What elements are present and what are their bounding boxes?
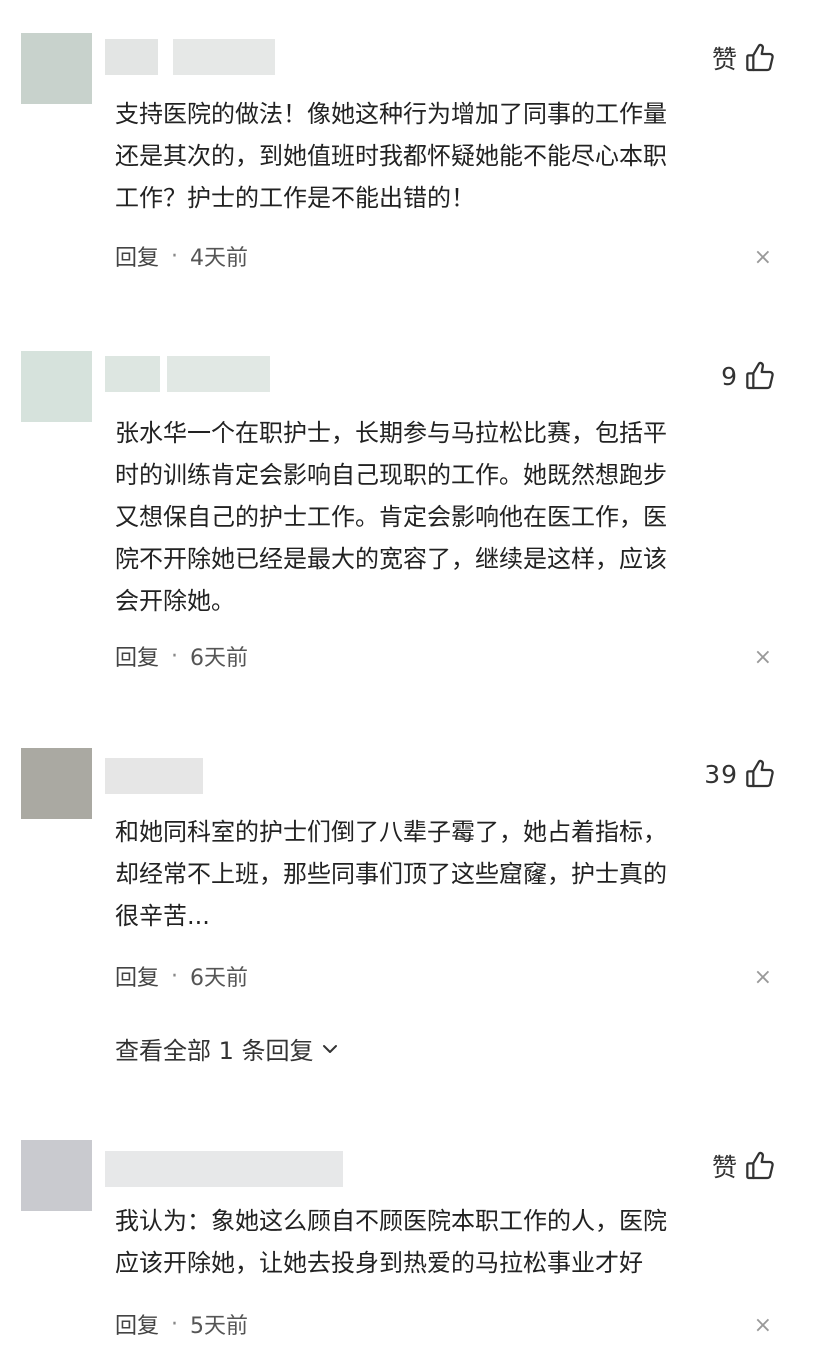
username-blurred[interactable] [105,33,275,75]
comment-line: 院不开除她已经是最大的宽容了，继续是这样，应该 [115,545,667,573]
close-icon[interactable]: × [754,247,772,269]
like-button[interactable]: 赞 [712,41,776,75]
comment-meta: 回复 · 6天前 [115,960,248,992]
comment-meta: 回复 · 5天前 [115,1308,248,1340]
chevron-down-icon [322,1044,337,1053]
comment-line: 很辛苦... [115,902,210,930]
reply-button[interactable]: 回复 [115,1308,159,1340]
thumbs-up-icon [746,1151,774,1180]
separator-dot: · [171,643,179,669]
separator-dot: · [171,1311,179,1337]
username-blurred[interactable] [105,350,270,392]
comment-text: 张水华一个在职护士，长期参与马拉松比赛，包括平 时的训练肯定会影响自己现职的工作… [115,412,775,622]
like-count: 赞 [711,45,738,74]
comment-meta: 回复 · 6天前 [115,640,248,672]
comment-line: 会开除她。 [115,587,235,615]
like-button[interactable]: 39 [704,757,776,791]
avatar[interactable] [21,33,92,104]
comment-line: 张水华一个在职护士，长期参与马拉松比赛，包括平 [115,419,667,447]
comment-meta: 回复 · 4天前 [115,240,248,272]
reply-button[interactable]: 回复 [115,240,159,272]
like-button[interactable]: 赞 [712,1149,776,1183]
comment-line: 应该开除她，让她去投身到热爱的马拉松事业才好 [115,1249,643,1277]
comment-text: 我认为：象她这么顾自不顾医院本职工作的人，医院 应该开除她，让她去投身到热爱的马… [115,1200,775,1284]
username-blurred[interactable] [105,1145,343,1187]
username-blurred[interactable] [105,752,203,794]
comment-text: 支持医院的做法！像她这种行为增加了同事的工作量 还是其次的，到她值班时我都怀疑她… [115,93,775,219]
avatar[interactable] [21,748,92,819]
comment-text: 和她同科室的护士们倒了八辈子霉了，她占着指标， 却经常不上班，那些同事们顶了这些… [115,811,775,937]
view-replies-label: 查看全部 1 条回复 [115,1037,314,1065]
separator-dot: · [171,243,179,269]
comment-time: 5天前 [190,1314,249,1339]
like-count: 赞 [711,1153,738,1182]
comment-line: 工作？护士的工作是不能出错的！ [115,184,475,212]
comment-line: 还是其次的，到她值班时我都怀疑她能不能尽心本职 [115,142,667,170]
thumbs-up-icon [746,43,774,72]
reply-button[interactable]: 回复 [115,960,159,992]
comment-line: 时的训练肯定会影响自己现职的工作。她既然想跑步 [115,461,667,489]
close-icon[interactable]: × [754,647,772,669]
comment-line: 支持医院的做法！像她这种行为增加了同事的工作量 [115,100,667,128]
comment-line: 和她同科室的护士们倒了八辈子霉了，她占着指标， [115,818,667,846]
close-icon[interactable]: × [754,1315,772,1337]
reply-button[interactable]: 回复 [115,640,159,672]
close-icon[interactable]: × [754,967,772,989]
comment-line: 我认为：象她这么顾自不顾医院本职工作的人，医院 [115,1207,667,1235]
comment-line: 又想保自己的护士工作。肯定会影响他在医工作，医 [115,503,667,531]
like-count: 39 [704,759,738,789]
view-all-replies-button[interactable]: 查看全部 1 条回复 [115,1031,340,1066]
separator-dot: · [171,963,179,989]
comment-time: 4天前 [190,246,249,271]
comment-time: 6天前 [190,646,249,671]
avatar[interactable] [21,1140,92,1211]
like-button[interactable]: 9 [721,359,776,393]
comment-time: 6天前 [190,966,249,991]
avatar[interactable] [21,351,92,422]
comment-line: 却经常不上班，那些同事们顶了这些窟窿，护士真的 [115,860,667,888]
thumbs-up-icon [746,361,774,390]
like-count: 9 [721,361,738,391]
thumbs-up-icon [746,759,774,788]
